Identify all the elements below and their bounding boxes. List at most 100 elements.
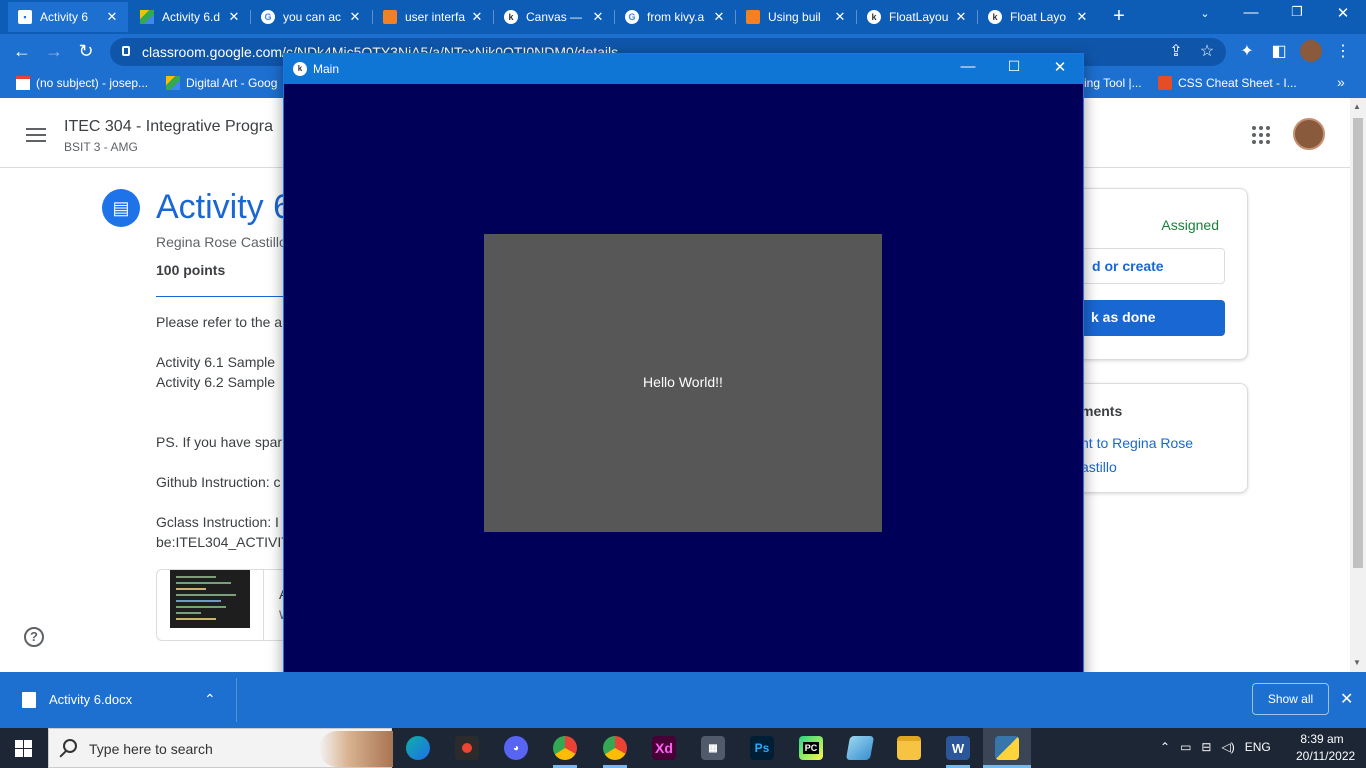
more-bookmarks-icon[interactable]: » xyxy=(1337,74,1345,90)
instruction-line: Please refer to the a xyxy=(156,314,283,330)
menu-kebab-icon[interactable]: ⋮ xyxy=(1332,41,1354,61)
close-icon[interactable]: ✕ xyxy=(1340,689,1353,709)
chevron-up-icon[interactable]: ⌃ xyxy=(204,691,216,708)
close-tab-icon[interactable]: ✕ xyxy=(1074,9,1090,25)
close-tab-icon[interactable]: ✕ xyxy=(347,9,363,25)
close-tab-icon[interactable]: ✕ xyxy=(711,9,727,25)
network-icon[interactable]: ⊟ xyxy=(1201,740,1211,754)
search-highlight-art xyxy=(319,731,393,767)
taskbar-clock[interactable]: 8:39 am 20/11/2022 xyxy=(1296,731,1355,765)
clock-time: 8:39 am xyxy=(1300,732,1344,746)
bookmark-label: ing Tool |... xyxy=(1084,76,1142,90)
drive-icon xyxy=(166,76,180,90)
tab-title: you can ac xyxy=(283,10,342,24)
drive-favicon-icon xyxy=(140,10,154,24)
google-apps-icon[interactable] xyxy=(1252,126,1270,144)
tab-activity-6[interactable]: ▪ Activity 6 ✕ xyxy=(8,2,128,32)
share-icon[interactable]: ⇪ xyxy=(1165,41,1187,61)
language-indicator[interactable]: ENG xyxy=(1245,740,1271,754)
meet-now-icon[interactable]: ▭ xyxy=(1180,740,1191,754)
edge-icon[interactable] xyxy=(406,736,430,760)
close-tab-icon[interactable]: ✕ xyxy=(590,9,606,25)
tab-float-layout[interactable]: k Float Layo ✕ xyxy=(978,2,1098,32)
notepad-icon[interactable] xyxy=(845,736,875,760)
tab-canvas[interactable]: k Canvas — ✕ xyxy=(494,2,614,32)
stackoverflow-favicon-icon xyxy=(383,10,397,24)
download-file-name[interactable]: Activity 6.docx xyxy=(49,692,132,707)
avatar[interactable] xyxy=(1293,118,1325,150)
maximize-icon[interactable]: ☐ xyxy=(996,58,1032,75)
pycharm-icon[interactable]: PC xyxy=(799,736,823,760)
bookmark-css-cheat-sheet[interactable]: CSS Cheat Sheet - I... xyxy=(1158,76,1297,90)
download-divider xyxy=(236,678,237,722)
bookmark-gmail[interactable]: (no subject) - josep... xyxy=(16,76,148,90)
restore-icon[interactable]: ❐ xyxy=(1282,4,1312,20)
calculator-icon[interactable]: ▦ xyxy=(701,736,725,760)
forward-arrow-icon[interactable]: → xyxy=(42,41,66,62)
chevron-up-icon[interactable]: ⌃ xyxy=(1160,740,1170,754)
course-section: BSIT 3 - AMG xyxy=(64,140,138,154)
discord-icon[interactable]: ◕ xyxy=(504,736,528,760)
chrome-icon[interactable] xyxy=(553,736,577,760)
tab-using-builder[interactable]: Using buil ✕ xyxy=(736,2,856,32)
instruction-line: PS. If you have spar xyxy=(156,434,283,450)
lock-icon xyxy=(122,46,130,56)
help-icon[interactable]: ? xyxy=(24,627,44,647)
course-title[interactable]: ITEC 304 - Integrative Progra xyxy=(64,118,273,136)
scrollbar-thumb[interactable] xyxy=(1353,118,1363,568)
tab-title: Activity 6 xyxy=(40,10,89,24)
volume-icon[interactable]: ◁) xyxy=(1221,740,1234,754)
minimize-icon[interactable]: — xyxy=(1236,4,1266,21)
tab-activity-6-docx[interactable]: Activity 6.d ✕ xyxy=(130,2,250,32)
scroll-up-icon[interactable]: ▲ xyxy=(1353,102,1361,111)
show-all-button[interactable]: Show all xyxy=(1252,683,1329,715)
close-window-icon[interactable]: ✕ xyxy=(1328,4,1358,22)
close-tab-icon[interactable]: ✕ xyxy=(104,9,120,25)
close-tab-icon[interactable]: ✕ xyxy=(832,9,848,25)
recorder-icon[interactable] xyxy=(455,736,479,760)
adobe-xd-icon[interactable]: Xd xyxy=(652,736,676,760)
stackoverflow-favicon-icon xyxy=(746,10,760,24)
plus-icon[interactable]: + xyxy=(1108,5,1130,28)
add-comment-link-continued[interactable]: astillo xyxy=(1081,459,1117,475)
hello-world-label-box[interactable]: Hello World!! xyxy=(484,234,882,532)
window-titlebar[interactable]: k Main — ☐ ✕ xyxy=(284,54,1083,84)
chrome-profile-icon[interactable] xyxy=(603,736,627,760)
close-window-icon[interactable]: ✕ xyxy=(1042,58,1078,76)
add-comment-link[interactable]: nt to Regina Rose xyxy=(1081,435,1193,451)
profile-avatar-icon[interactable] xyxy=(1300,40,1322,62)
search-icon xyxy=(63,739,77,753)
extensions-icon[interactable]: ✦ xyxy=(1236,41,1258,61)
hamburger-menu-icon[interactable] xyxy=(26,128,46,142)
tab-search-icon[interactable]: ⌄ xyxy=(1190,7,1220,20)
mark-as-done-button[interactable]: k as done xyxy=(1061,300,1225,336)
bookmark-star-icon[interactable]: ☆ xyxy=(1196,41,1218,61)
tab-user-interface[interactable]: user interfa ✕ xyxy=(373,2,493,32)
back-arrow-icon[interactable]: ← xyxy=(10,41,34,62)
bookmark-tool[interactable]: ing Tool |... xyxy=(1084,76,1142,90)
assignment-title: Activity 6 xyxy=(156,188,293,226)
side-panel-icon[interactable]: ◧ xyxy=(1268,41,1290,61)
file-explorer-icon[interactable] xyxy=(897,736,921,760)
close-tab-icon[interactable]: ✕ xyxy=(953,9,969,25)
page-scrollbar[interactable]: ▲ ▼ xyxy=(1350,98,1366,672)
tab-from-kivy[interactable]: G from kivy.a ✕ xyxy=(615,2,735,32)
attachment-card[interactable]: A W xyxy=(156,569,288,641)
reload-icon[interactable]: ↻ xyxy=(74,41,98,62)
bookmark-digital-art[interactable]: Digital Art - Goog xyxy=(166,76,277,90)
close-tab-icon[interactable]: ✕ xyxy=(226,9,242,25)
photoshop-icon[interactable]: Ps xyxy=(750,736,774,760)
minimize-icon[interactable]: — xyxy=(950,58,986,75)
tab-you-can-ac[interactable]: G you can ac ✕ xyxy=(251,2,371,32)
instruction-line: Gclass Instruction: I xyxy=(156,514,279,530)
taskbar-search-box[interactable]: Type here to search xyxy=(48,728,393,768)
windows-start-icon[interactable] xyxy=(15,740,32,757)
close-tab-icon[interactable]: ✕ xyxy=(469,9,485,25)
add-or-create-button[interactable]: d or create xyxy=(1061,248,1225,284)
word-icon[interactable]: W xyxy=(946,736,970,760)
tab-floatlayout[interactable]: k FloatLayou ✕ xyxy=(857,2,977,32)
python-icon[interactable] xyxy=(995,736,1019,760)
scroll-down-icon[interactable]: ▼ xyxy=(1353,658,1361,667)
tab-title: from kivy.a xyxy=(647,10,705,24)
tab-title: Using buil xyxy=(768,10,821,24)
